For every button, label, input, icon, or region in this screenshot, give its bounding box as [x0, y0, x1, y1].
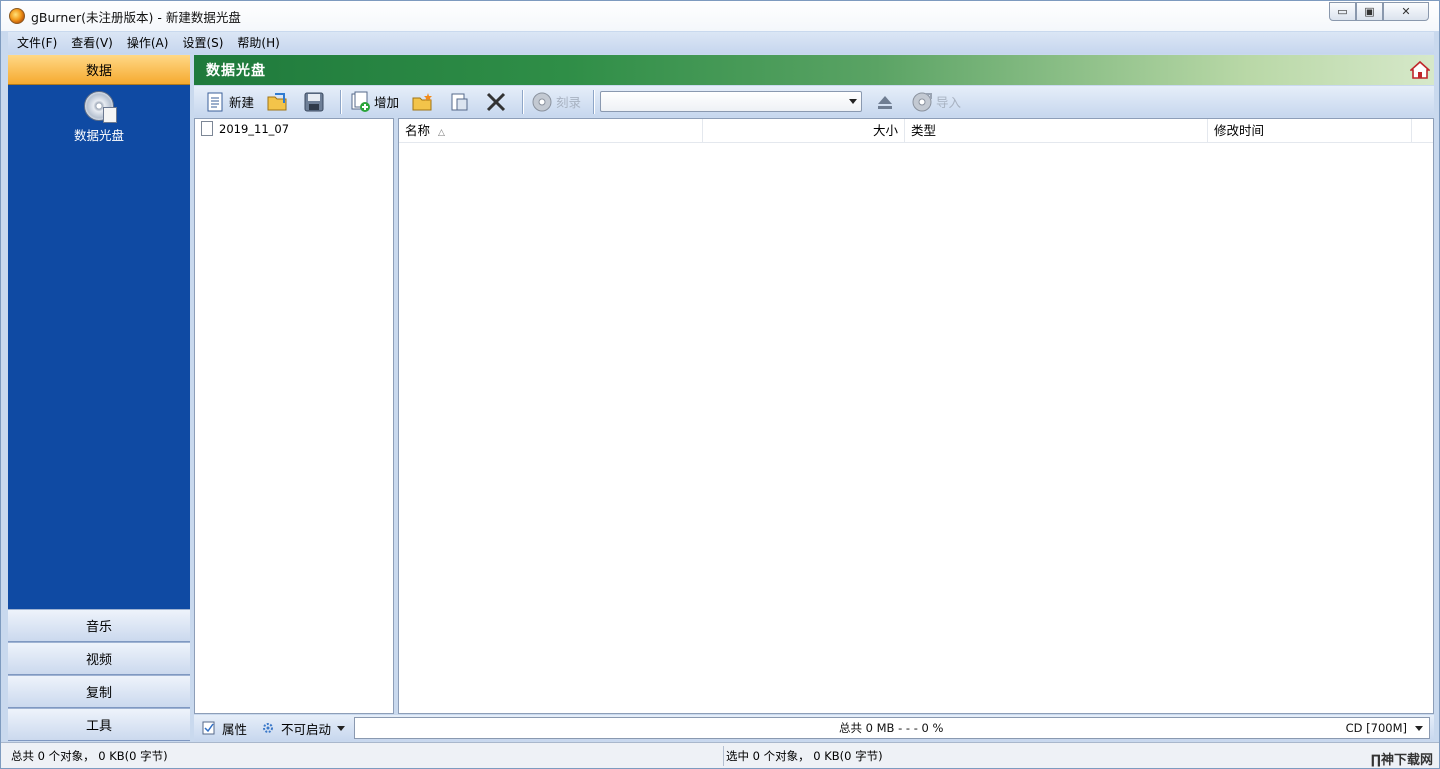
new-folder-icon	[412, 92, 433, 110]
folder-tree[interactable]: 2019_11_07	[194, 118, 394, 714]
boot-option-dropdown[interactable]: 不可启动	[261, 719, 346, 738]
sort-ascending-icon: △	[438, 128, 445, 138]
capacity-text: 总共 0 MB - - - 0 %	[839, 721, 944, 735]
import-button[interactable]: 导入	[907, 89, 965, 115]
boot-gear-icon	[263, 723, 274, 733]
column-header-modified[interactable]: 修改时间	[1208, 119, 1412, 143]
status-bar: 总共 0 个对象， 0 KB(0 字节) 选中 0 个对象， 0 KB(0 字节…	[1, 742, 1439, 768]
toolbar-separator	[522, 89, 524, 114]
minimize-button[interactable]: ▭	[1329, 2, 1356, 21]
column-name-label: 名称	[405, 123, 431, 138]
chevron-down-icon	[337, 725, 346, 731]
new-button-label: 新建	[229, 95, 255, 110]
new-document-icon	[207, 92, 223, 111]
burn-button-label: 刻录	[556, 95, 582, 110]
capacity-meter[interactable]: 总共 0 MB - - - 0 % CD [700M]	[354, 717, 1430, 739]
rename-button[interactable]	[444, 89, 477, 115]
menu-bar: 文件(F) 查看(V) 操作(A) 设置(S) 帮助(H)	[8, 32, 1434, 54]
menu-action[interactable]: 操作(A)	[120, 32, 176, 54]
chevron-down-icon	[849, 99, 858, 104]
section-header: 数据光盘	[194, 55, 1434, 85]
properties-label: 属性	[222, 721, 248, 737]
menu-settings[interactable]: 设置(S)	[175, 32, 230, 54]
import-button-label: 导入	[936, 95, 962, 110]
menu-file[interactable]: 文件(F)	[10, 32, 64, 54]
app-window: gBurner(未注册版本) - 新建数据光盘 ▭ ▣ ✕ 文件(F) 查看(V…	[0, 0, 1440, 769]
title-bar[interactable]: gBurner(未注册版本) - 新建数据光盘 ▭ ▣ ✕	[1, 1, 1439, 31]
menu-help[interactable]: 帮助(H)	[230, 32, 286, 54]
status-selected: 选中 0 个对象， 0 KB(0 字节)	[723, 745, 883, 766]
document-icon	[201, 121, 213, 136]
data-disc-label: 数据光盘	[73, 128, 124, 143]
nav-tab-tools[interactable]: 工具	[8, 708, 190, 741]
column-header-name[interactable]: 名称 △	[399, 119, 703, 143]
window-title: gBurner(未注册版本) - 新建数据光盘	[31, 9, 241, 25]
open-folder-icon	[267, 92, 287, 110]
data-disc-icon	[84, 91, 117, 123]
add-button[interactable]: 增加	[345, 89, 403, 115]
save-button[interactable]	[299, 89, 332, 115]
toolbar-separator	[340, 89, 342, 114]
nav-tab-copy[interactable]: 复制	[8, 675, 190, 708]
data-disc-project[interactable]: 数据光盘	[8, 91, 190, 144]
gburner-app-icon	[9, 8, 25, 24]
burn-button[interactable]: 刻录	[527, 89, 585, 115]
watermark: ∏神下载网	[1370, 753, 1433, 768]
menu-view[interactable]: 查看(V)	[64, 32, 120, 54]
disc-type-label: CD [700M]	[1345, 721, 1407, 735]
toolbar-separator	[593, 89, 595, 114]
column-header-size[interactable]: 大小	[703, 119, 905, 143]
bottom-bar: 属性 不可启动 总共 0 MB - - - 0 % CD [700M]	[194, 715, 1434, 741]
eject-button[interactable]	[870, 89, 903, 115]
nav-panel: 数据光盘	[8, 85, 190, 609]
nav-tab-music[interactable]: 音乐	[8, 609, 190, 642]
column-header-type[interactable]: 类型	[905, 119, 1208, 143]
nav-tab-video[interactable]: 视频	[8, 642, 190, 675]
burn-disc-icon	[532, 92, 552, 111]
restore-button[interactable]: ▣	[1356, 2, 1383, 21]
add-file-icon	[351, 91, 371, 112]
new-folder-button[interactable]	[407, 89, 440, 115]
drive-select[interactable]	[600, 91, 863, 112]
new-button[interactable]: 新建	[200, 89, 258, 115]
delete-x-icon	[486, 92, 506, 111]
chevron-down-icon[interactable]	[1415, 726, 1423, 731]
add-button-label: 增加	[374, 95, 400, 110]
nav-tabs: 音乐 视频 复制 工具	[8, 609, 190, 741]
tree-item-root[interactable]: 2019_11_07	[201, 121, 289, 136]
close-button[interactable]: ✕	[1383, 2, 1429, 21]
status-total: 总共 0 个对象， 0 KB(0 字节)	[11, 748, 168, 763]
save-disk-icon	[304, 92, 324, 111]
section-title: 数据光盘	[206, 63, 266, 79]
list-header: 名称 △ 大小 类型 修改时间	[399, 119, 1433, 143]
nav-tab-data[interactable]: 数据	[8, 55, 190, 85]
properties-button[interactable]: 属性	[202, 719, 247, 738]
file-list[interactable]: 名称 △ 大小 类型 修改时间	[398, 118, 1434, 714]
properties-icon	[202, 721, 215, 735]
delete-button[interactable]	[481, 89, 514, 115]
left-navigation: 数据 数据光盘 音乐 视频 复制 工具	[8, 55, 190, 741]
open-button[interactable]	[262, 89, 295, 115]
tree-item-label: 2019_11_07	[219, 121, 290, 136]
file-properties-icon	[451, 93, 468, 110]
eject-icon	[878, 95, 893, 109]
import-disc-icon	[912, 92, 933, 111]
window-controls: ▭ ▣ ✕	[1329, 2, 1429, 21]
boot-option-label: 不可启动	[281, 721, 332, 737]
toolbar: 新建 增加 刻录 导入	[194, 86, 1434, 117]
home-icon[interactable]	[1410, 60, 1430, 80]
